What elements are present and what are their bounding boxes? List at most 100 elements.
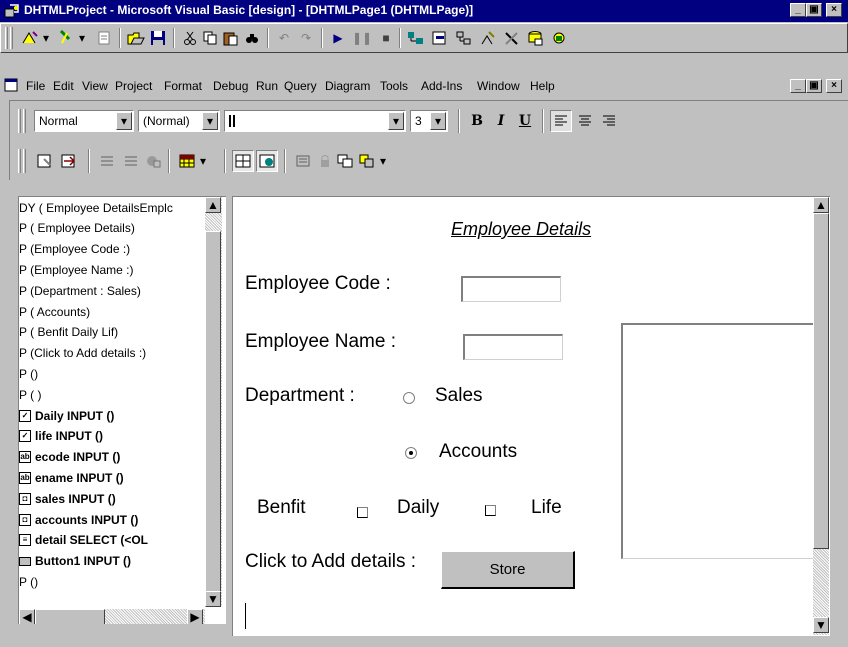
life-checkbox[interactable] [485,505,496,516]
menu-help[interactable]: Help [530,79,555,93]
data-view-icon[interactable] [525,27,547,49]
start-icon[interactable]: ▶ [327,27,349,49]
menu-debug[interactable]: Debug [213,79,248,93]
tree-item[interactable]: Button1 INPUT () [19,553,131,570]
toolbar-grip[interactable] [23,109,26,133]
tree-item[interactable]: P ( Employee Details) [19,220,135,237]
project-explorer-icon[interactable] [405,27,427,49]
tree-item[interactable]: P (Employee Code :) [19,241,130,258]
paste-icon[interactable] [219,27,241,49]
tree-item[interactable]: ◘ sales INPUT () [19,490,116,507]
bullet-list-icon[interactable] [96,150,118,172]
save-project-icon[interactable] [147,27,169,49]
menu-window[interactable]: Window [477,79,520,93]
find-icon[interactable] [241,27,263,49]
numbered-list-icon[interactable] [120,150,142,172]
scroll-down-arrow-icon[interactable]: ▼ [813,617,829,633]
scroll-thumb[interactable] [205,231,221,597]
employee-name-input[interactable] [463,334,563,360]
child-close-button[interactable]: × [826,79,842,93]
end-icon[interactable]: ■ [375,27,397,49]
visual-component-manager-icon[interactable] [549,27,571,49]
tree-vertical-scrollbar[interactable]: ▲ ▼ [205,197,222,607]
add-project-icon[interactable] [19,27,41,49]
tree-item[interactable]: P ( Benfit Daily Lif) [19,324,118,341]
menu-view[interactable]: View [82,79,108,93]
font-face-select[interactable]: (Normal) ▾ [138,110,220,132]
dropdown-arrow-icon[interactable]: ▾ [388,112,404,130]
tree-item[interactable]: ✓ life INPUT () [19,428,103,445]
restore-button[interactable]: ▣ [806,3,822,17]
dhtml-page-designer[interactable]: Employee Details Employee Code : Employe… [232,196,830,636]
toolbar-grip[interactable] [10,27,13,49]
dropdown-arrow-icon[interactable]: ▾ [202,112,218,130]
lock-icon[interactable] [314,150,336,172]
scroll-down-arrow-icon[interactable]: ▼ [205,591,221,607]
dropdown-arrow-icon[interactable]: ▾ [41,27,51,49]
object-browser-icon[interactable] [477,27,499,49]
menu-project[interactable]: Project [115,79,152,93]
child-minimize-button[interactable]: _ [790,79,806,93]
menu-tools[interactable]: Tools [380,79,408,93]
italic-button[interactable]: I [490,110,512,132]
paragraph-style-select[interactable]: Normal ▾ [34,110,134,132]
tree-item[interactable]: P () [19,365,38,382]
tree-item[interactable]: P (Employee Name :) [19,261,134,278]
scroll-left-arrow-icon[interactable]: ◀ [19,609,35,624]
tree-item[interactable]: ab ename INPUT () [19,469,124,486]
dropdown-arrow-icon[interactable]: ▾ [77,27,87,49]
accounts-radio[interactable] [405,447,417,459]
code-window-icon[interactable] [58,150,80,172]
scroll-thumb[interactable] [35,609,105,624]
undo-icon[interactable]: ↶ [273,27,295,49]
menu-add-ins[interactable]: Add-Ins [421,79,462,93]
tree-item[interactable]: ab ecode INPUT () [19,449,120,466]
scroll-up-arrow-icon[interactable]: ▲ [205,197,221,213]
tree-item[interactable]: P (Click to Add details :) [19,345,146,362]
menu-query[interactable]: Query [284,79,317,93]
tree-item[interactable]: DY ( Employee DetailsEmplc [19,199,173,216]
employee-code-input[interactable] [461,276,561,302]
form-layout-icon[interactable] [453,27,475,49]
properties-window-icon[interactable] [429,27,451,49]
page-vertical-scrollbar[interactable]: ▲ ▼ [813,197,829,635]
break-icon[interactable]: ❚❚ [351,27,373,49]
toolbar-grip[interactable] [23,149,26,173]
scroll-up-arrow-icon[interactable]: ▲ [813,197,829,213]
align-right-icon[interactable] [598,110,620,132]
show-details-icon[interactable] [256,150,278,172]
tree-item[interactable]: ◘ accounts INPUT () [19,511,138,528]
font-name-select[interactable]: ▾ [224,110,406,132]
toolbar-grip[interactable] [5,27,8,49]
document-tree[interactable]: DY ( Employee DetailsEmplc P ( Employee D… [18,196,226,624]
align-center-icon[interactable] [574,110,596,132]
font-size-select[interactable]: 3 ▾ [410,110,448,132]
store-button[interactable]: Store [441,551,575,589]
dropdown-arrow-icon[interactable]: ▾ [198,150,208,172]
menu-file[interactable]: File [26,79,45,93]
menu-format[interactable]: Format [164,79,202,93]
tree-item[interactable]: P () [19,573,38,590]
daily-checkbox[interactable] [357,507,368,518]
dropdown-arrow-icon[interactable]: ▾ [430,112,446,130]
absolute-position-icon[interactable] [334,150,356,172]
tree-item[interactable]: ≡ detail SELECT (<OL [19,532,148,549]
hyperlink-icon[interactable] [142,150,164,172]
toolbox-icon[interactable] [501,27,523,49]
toolbar-grip[interactable] [18,149,21,173]
bold-button[interactable]: B [466,110,488,132]
menu-diagram[interactable]: Diagram [325,79,370,93]
copy-icon[interactable] [199,27,221,49]
toolbar-grip[interactable] [18,109,21,133]
align-left-icon[interactable] [550,110,572,132]
close-button[interactable]: × [826,3,842,17]
menu-run[interactable]: Run [256,79,278,93]
scroll-right-arrow-icon[interactable]: ▶ [187,609,203,624]
add-form-icon[interactable] [55,27,77,49]
underline-button[interactable]: U [514,110,536,132]
dropdown-arrow-icon[interactable]: ▾ [116,112,132,130]
redo-icon[interactable]: ↷ [295,27,317,49]
tree-item[interactable]: P ( Accounts) [19,303,90,320]
detail-listbox[interactable] [621,323,825,559]
insert-table-icon[interactable] [176,150,198,172]
